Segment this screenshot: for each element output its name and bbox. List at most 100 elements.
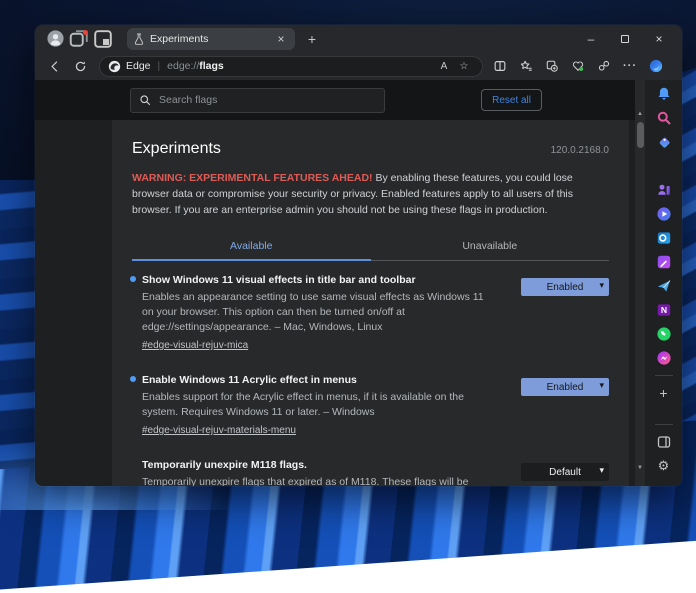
scroll-down-icon[interactable]: ▼ xyxy=(637,464,643,472)
browser-version: 120.0.2168.0 xyxy=(551,145,609,156)
minimize-button[interactable]: – xyxy=(574,25,608,52)
maximize-button[interactable] xyxy=(608,25,642,52)
tools-icon[interactable]: url(#sbg3) xyxy=(651,154,677,178)
sidebar-divider xyxy=(655,424,673,425)
read-aloud-icon[interactable]: A xyxy=(434,61,454,72)
flask-icon xyxy=(134,33,144,45)
onenote-icon[interactable]: N xyxy=(651,298,677,322)
search-flags-input[interactable] xyxy=(159,94,376,106)
search-icon[interactable] xyxy=(651,106,677,130)
flag-title: Temporarily unexpire M118 flags. xyxy=(142,458,484,472)
tab-unavailable[interactable]: Unavailable xyxy=(371,233,610,261)
outlook-icon[interactable] xyxy=(651,226,677,250)
flag-text: Enable Windows 11 Acrylic effect in menu… xyxy=(132,373,484,438)
navigation-toolbar: Edge | edge://flags A ☆ ··· xyxy=(35,52,682,80)
badge-separator: | xyxy=(158,61,161,72)
edge-sidebar: url(#sbg3) N + ⚙ xyxy=(645,80,682,486)
flag-title: Show Windows 11 visual effects in title … xyxy=(142,273,484,287)
chevron-down-icon: ▾ xyxy=(599,465,604,476)
chevron-down-icon: ▾ xyxy=(599,380,604,391)
reset-all-button[interactable]: Reset all xyxy=(481,89,542,111)
availability-tabs: AvailableUnavailable xyxy=(132,233,609,261)
flag-description: Enables support for the Acrylic effect i… xyxy=(142,390,484,420)
close-button[interactable]: × xyxy=(642,25,676,52)
whatsapp-icon[interactable] xyxy=(651,322,677,346)
refresh-button[interactable] xyxy=(67,54,93,78)
sidebar-panel-icon[interactable] xyxy=(651,430,677,454)
browser-essentials-icon[interactable] xyxy=(565,54,591,78)
tab-available[interactable]: Available xyxy=(132,233,371,261)
site-badge-label: Edge xyxy=(126,60,151,72)
flags-content: Experiments 120.0.2168.0 WARNING: EXPERI… xyxy=(35,120,635,486)
flag-description: Temporarily unexpire flags that expired … xyxy=(142,475,484,486)
flag-control: Enabled ▾ xyxy=(521,373,609,438)
notifications-icon[interactable] xyxy=(651,82,677,106)
flag-control: Enabled ▾ xyxy=(521,273,609,353)
flag-row: Temporarily unexpire M118 flags. Temporar… xyxy=(132,446,609,486)
collections-icon[interactable] xyxy=(539,54,565,78)
profile-avatar[interactable] xyxy=(43,27,67,51)
extensions-icon[interactable] xyxy=(591,54,617,78)
scroll-up-icon[interactable]: ▲ xyxy=(637,110,643,118)
drop-icon[interactable] xyxy=(651,274,677,298)
flag-dropdown[interactable]: Enabled ▾ xyxy=(521,278,609,296)
back-button[interactable] xyxy=(41,54,67,78)
address-bar[interactable]: Edge | edge://flags A ☆ xyxy=(99,56,483,77)
flag-text: Temporarily unexpire M118 flags. Temporar… xyxy=(132,458,484,486)
flag-dropdown[interactable]: Default ▾ xyxy=(521,463,609,481)
edge-logo-icon xyxy=(108,60,121,73)
favorites-icon[interactable] xyxy=(513,54,539,78)
page-scrollbar[interactable]: ▲ ▼ xyxy=(635,80,645,486)
flag-permalink[interactable]: #edge-visual-rejuv-materials-menu xyxy=(142,425,296,436)
scrollbar-thumb[interactable] xyxy=(637,122,644,148)
toolbar-icons: ··· xyxy=(487,54,669,78)
sidebar-divider xyxy=(655,375,673,376)
chevron-down-icon: ▾ xyxy=(599,280,604,291)
sidebar-settings-gear-icon[interactable]: ⚙ xyxy=(651,454,677,478)
settings-more-icon[interactable]: ··· xyxy=(617,54,643,78)
experimental-warning: WARNING: EXPERIMENTAL FEATURES AHEAD! By… xyxy=(132,171,609,218)
modified-dot-icon xyxy=(130,276,136,282)
messenger-icon[interactable] xyxy=(651,346,677,370)
warning-lead: WARNING: EXPERIMENTAL FEATURES AHEAD! xyxy=(132,172,373,184)
search-flags-box[interactable] xyxy=(130,88,385,113)
flag-dropdown-value: Enabled xyxy=(547,282,584,293)
workspaces-icon[interactable] xyxy=(67,27,91,51)
flag-dropdown[interactable]: Enabled ▾ xyxy=(521,378,609,396)
url-path: flags xyxy=(199,60,224,72)
search-icon xyxy=(139,94,151,106)
tab-close-icon[interactable]: × xyxy=(274,32,288,46)
url-scheme: edge:// xyxy=(167,60,199,72)
media-icon[interactable] xyxy=(651,202,677,226)
page-title: Experiments xyxy=(132,140,221,158)
flag-dropdown-value: Default xyxy=(549,467,581,478)
flag-dropdown-value: Enabled xyxy=(547,382,584,393)
shopping-icon[interactable] xyxy=(651,130,677,154)
notification-dot xyxy=(83,30,88,35)
window-controls: – × xyxy=(574,25,676,52)
new-tab-button[interactable]: + xyxy=(301,28,323,50)
tab-title: Experiments xyxy=(150,33,274,45)
flags-search-band: Reset all xyxy=(35,80,635,120)
designer-icon[interactable] xyxy=(651,250,677,274)
flag-list: Show Windows 11 visual effects in title … xyxy=(132,261,609,486)
add-favorite-star-icon[interactable]: ☆ xyxy=(454,61,474,72)
flag-row: Enable Windows 11 Acrylic effect in menu… xyxy=(132,361,609,446)
copilot-icon[interactable] xyxy=(643,54,669,78)
flag-control: Default ▾ xyxy=(521,458,609,486)
sidebar-add-button[interactable]: + xyxy=(651,381,677,405)
flag-row: Show Windows 11 visual effects in title … xyxy=(132,261,609,361)
tab-bar: Experiments × + – × xyxy=(35,25,682,52)
svg-text:N: N xyxy=(660,305,666,315)
modified-dot-icon xyxy=(130,376,136,382)
split-screen-icon[interactable] xyxy=(487,54,513,78)
flag-description: Enables an appearance setting to use sam… xyxy=(142,290,484,335)
flags-page: Reset all Experiments 120.0.2168.0 WARNI… xyxy=(35,80,635,486)
flag-title: Enable Windows 11 Acrylic effect in menu… xyxy=(142,373,484,387)
flag-permalink[interactable]: #edge-visual-rejuv-mica xyxy=(142,340,248,351)
edge-browser-window: Experiments × + – × Edge | edge://flags … xyxy=(35,25,682,486)
browser-tab-experiments[interactable]: Experiments × xyxy=(127,28,295,50)
flag-text: Show Windows 11 visual effects in title … xyxy=(132,273,484,353)
tab-actions-menu-icon[interactable] xyxy=(91,27,115,51)
games-icon[interactable] xyxy=(651,178,677,202)
